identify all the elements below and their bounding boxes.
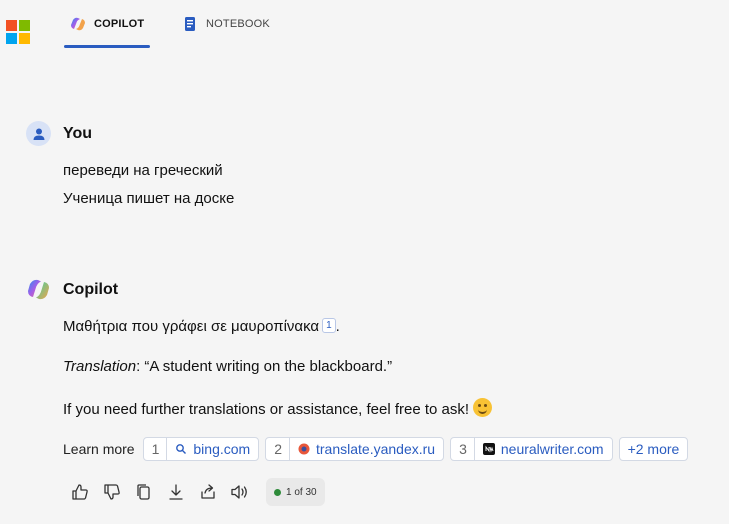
counter-text: 1 of 30	[286, 486, 317, 498]
user-message-line: переведи на греческий	[63, 162, 223, 179]
source-domain: neuralwriter.com	[500, 441, 604, 457]
copilot-icon	[71, 17, 85, 31]
copilot-avatar-icon	[28, 279, 49, 300]
greek-translation: Μαθήτρια που γράφει σε μαυροπίνακα 1.	[63, 318, 340, 335]
download-icon[interactable]	[164, 480, 188, 504]
learn-more-row: Learn more 1 bing.com 2 translate.yandex…	[63, 437, 689, 461]
thumbs-up-icon[interactable]	[68, 480, 92, 504]
user-message-line: Ученица пишет на доске	[63, 190, 235, 207]
followup-line: If you need further translations or assi…	[63, 398, 493, 418]
translation-label: Translation	[63, 358, 137, 375]
read-aloud-icon[interactable]	[228, 480, 252, 504]
user-name: You	[63, 124, 93, 142]
active-tab-indicator	[64, 45, 150, 48]
citation-badge[interactable]: 1	[322, 318, 336, 333]
message-actions: 1 of 30	[68, 478, 325, 506]
logo-square-red	[6, 20, 17, 31]
source-body: neuralwriter.com	[475, 441, 612, 457]
learn-more-label: Learn more	[63, 441, 135, 457]
source-number: 2	[266, 438, 290, 460]
source-body: bing.com	[167, 441, 258, 457]
logo-square-green	[19, 20, 30, 31]
source-link-bing[interactable]: 1 bing.com	[142, 437, 260, 461]
share-icon[interactable]	[196, 480, 220, 504]
translation-text: : “A student writing on the blackboard.”	[136, 358, 393, 375]
greek-text: Μαθήτρια που γράφει σε μαυροπίνακα	[63, 318, 320, 335]
translation-line: Translation: “A student writing on the b…	[63, 358, 392, 375]
source-body: translate.yandex.ru	[290, 441, 443, 457]
logo-square-blue	[6, 33, 17, 44]
status-dot	[274, 488, 281, 496]
source-domain: bing.com	[193, 441, 251, 457]
yandex-icon	[298, 443, 310, 455]
tab-notebook[interactable]: NOTEBOOK	[182, 17, 270, 50]
source-number: 1	[144, 438, 168, 460]
smiling-emoji-icon	[473, 398, 493, 417]
tab-copilot-label: COPILOT	[94, 18, 145, 30]
source-link-neuralwriter[interactable]: 3 neuralwriter.com	[450, 437, 613, 461]
user-message-header: You	[26, 121, 92, 146]
copilot-name: Copilot	[63, 280, 119, 298]
notebook-icon	[185, 17, 195, 31]
period: .	[335, 318, 340, 335]
more-sources-button[interactable]: +2 more	[618, 437, 689, 461]
search-icon	[176, 444, 187, 454]
tab-notebook-label: NOTEBOOK	[206, 18, 270, 30]
logo-square-yellow	[19, 33, 30, 44]
response-counter: 1 of 30	[266, 478, 325, 506]
copy-icon[interactable]	[132, 480, 156, 504]
microsoft-logo[interactable]	[6, 20, 30, 44]
user-avatar-icon	[26, 121, 51, 146]
thumbs-down-icon[interactable]	[100, 480, 124, 504]
source-domain: translate.yandex.ru	[316, 441, 436, 457]
source-number: 3	[451, 438, 475, 460]
top-bar: COPILOT NOTEBOOK	[0, 0, 729, 52]
source-link-yandex[interactable]: 2 translate.yandex.ru	[265, 437, 445, 461]
followup-text: If you need further translations or assi…	[63, 401, 470, 418]
copilot-message-header: Copilot	[26, 277, 118, 302]
neuralwriter-icon	[482, 443, 495, 455]
